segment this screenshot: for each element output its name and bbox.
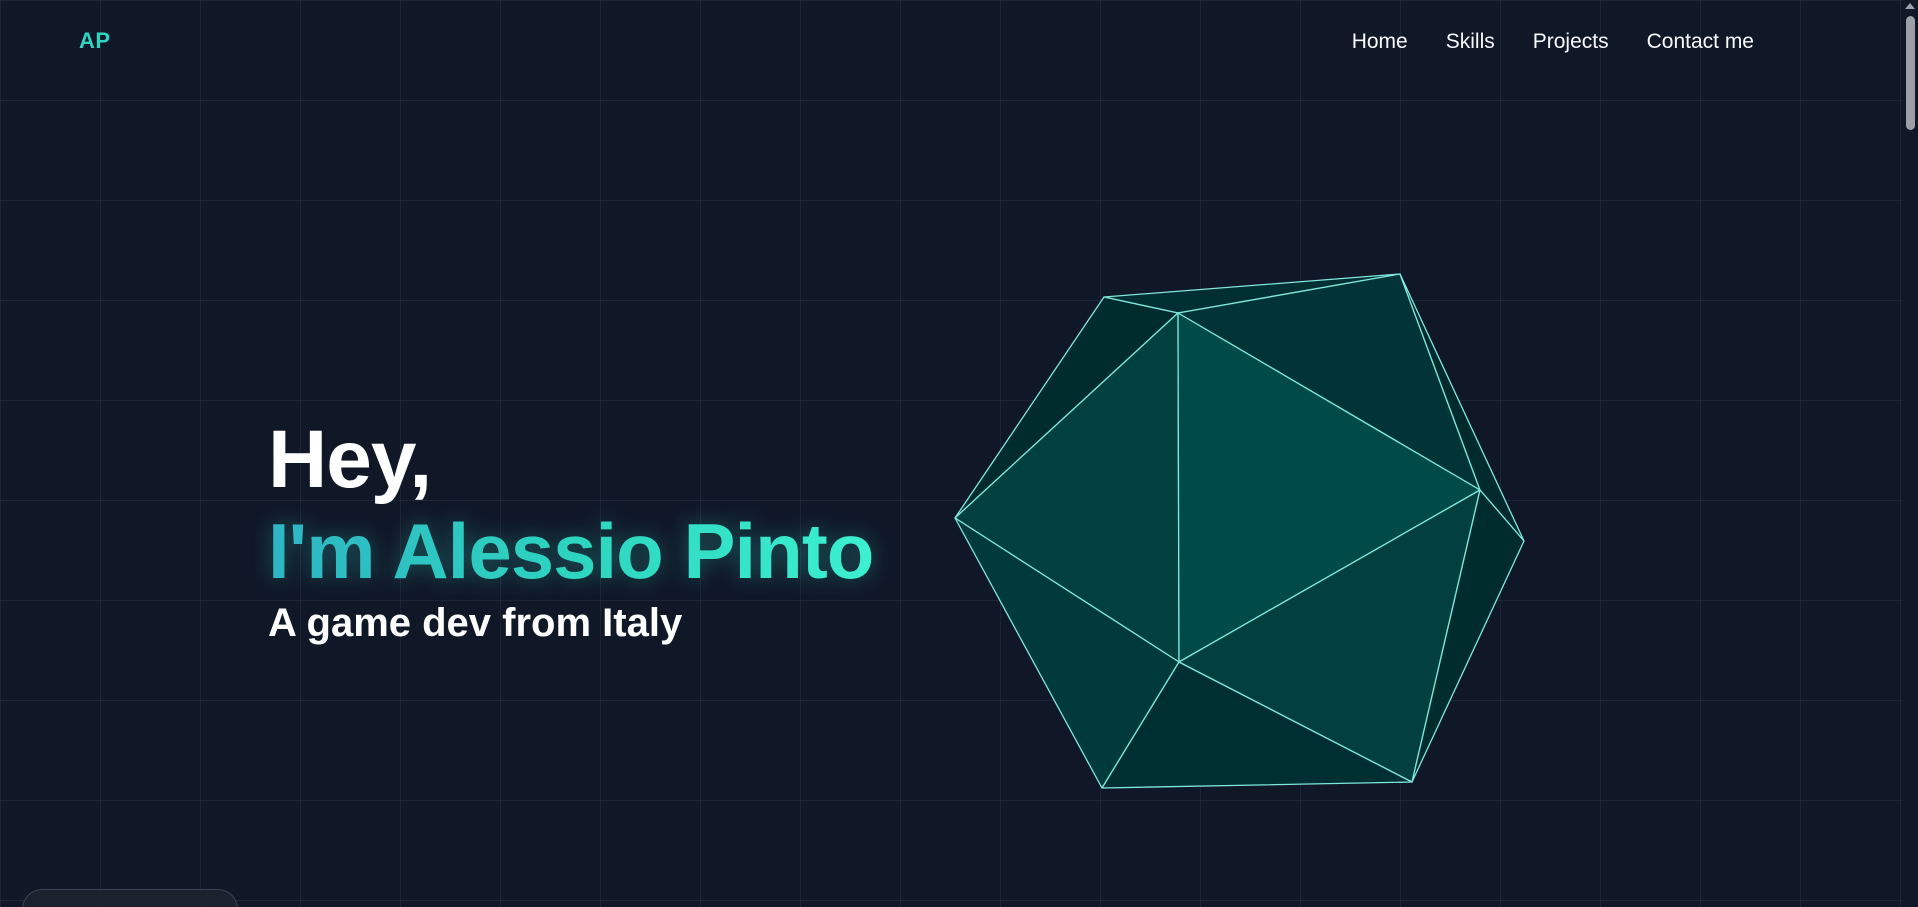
scroll-up-arrow-icon[interactable] [1905,3,1915,9]
floating-toolbar[interactable] [22,889,238,907]
scrollbar[interactable] [1903,0,1918,907]
icosahedron-graphic [954,273,1525,789]
page: AP Home Skills Projects Contact me Hey, … [0,0,1918,907]
scrollbar-thumb[interactable] [1906,16,1915,130]
